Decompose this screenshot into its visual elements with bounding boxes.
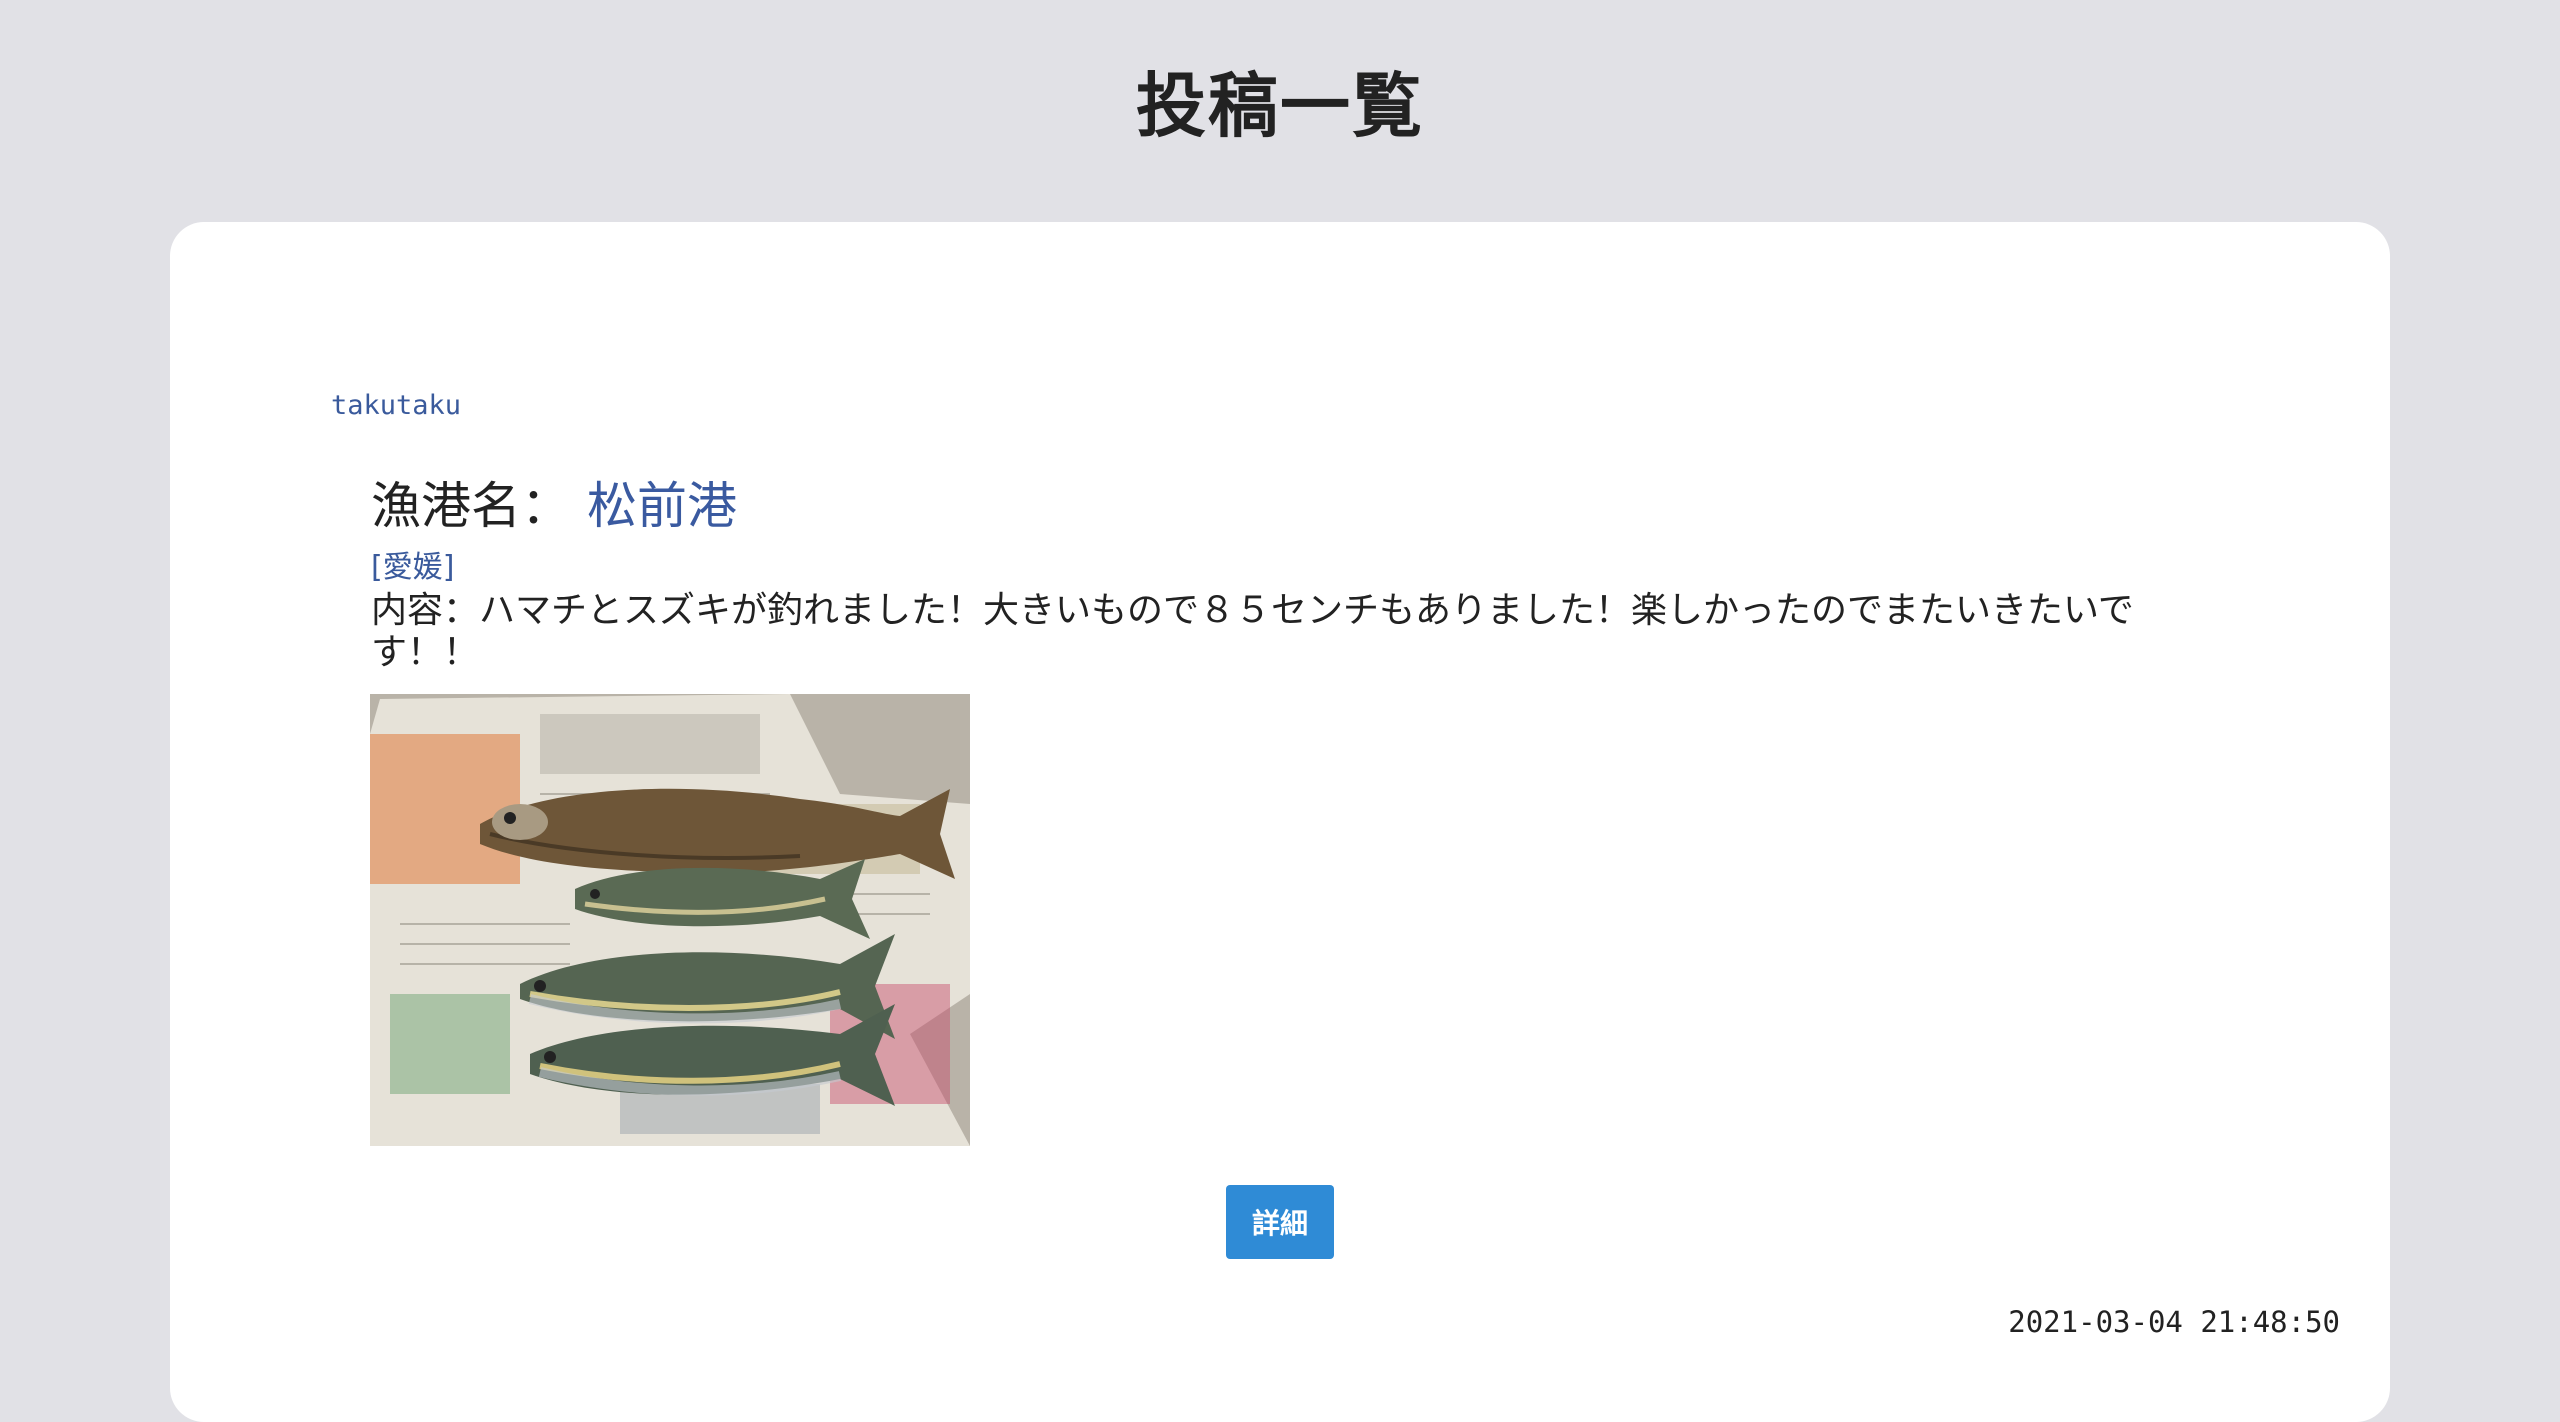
prefecture-tag[interactable]: [愛媛]: [371, 542, 454, 586]
page-title: 投稿一覧: [1136, 65, 1424, 147]
port-label: 漁港名：: [371, 477, 571, 535]
post-timestamp: 2021-03-04 21:48:50: [2008, 1305, 2340, 1339]
fish-photo: [370, 694, 970, 1146]
port-name-link[interactable]: 松前港: [587, 477, 737, 535]
detail-button[interactable]: 詳細: [1226, 1185, 1334, 1259]
post-content: 内容：ハマチとスズキが釣れました！大きいもので８５センチもありました！楽しかった…: [371, 590, 2134, 673]
author-link[interactable]: takutaku: [331, 390, 461, 421]
post-card: takutaku 漁港名： 松前港 [愛媛] 内容：ハマチとスズキが釣れました！大…: [170, 222, 2390, 1422]
port-line: 漁港名： 松前港: [371, 466, 737, 538]
